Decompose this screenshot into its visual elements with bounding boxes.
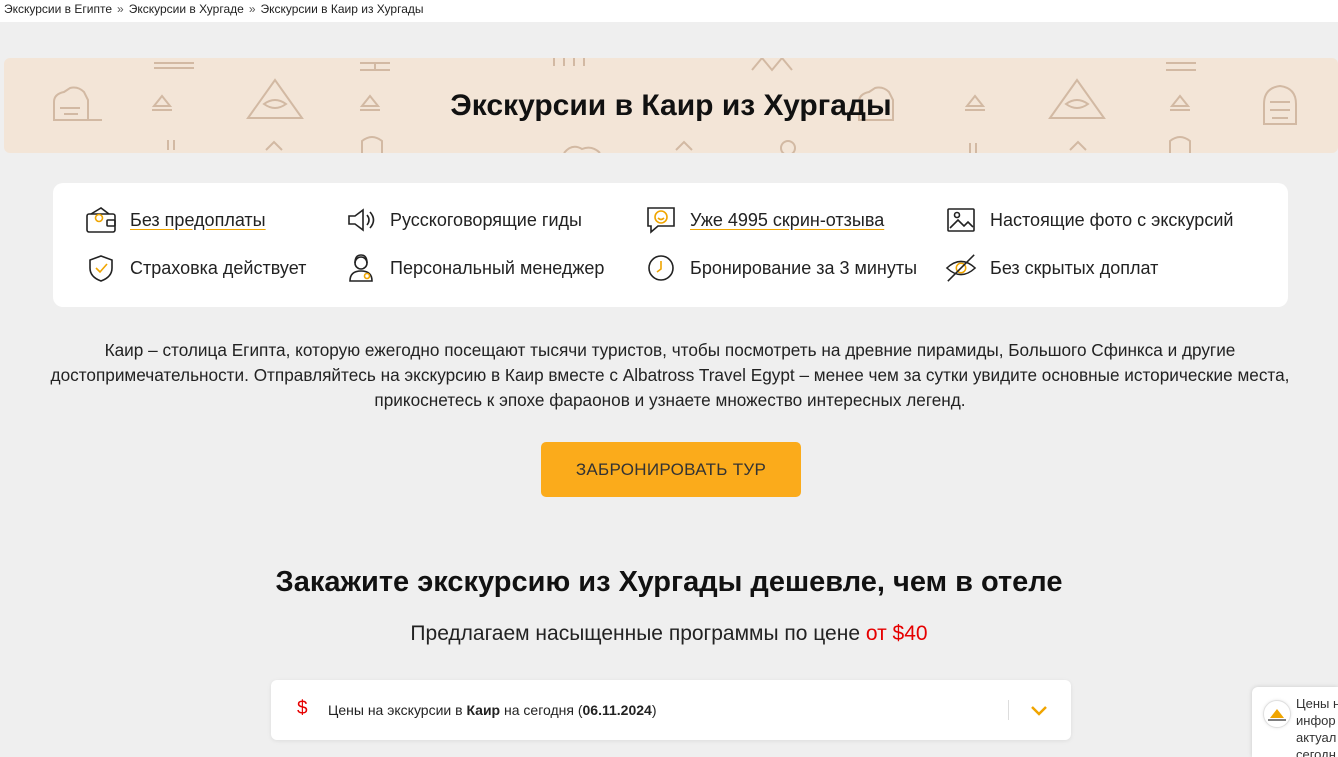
- feature-label: Без скрытых доплат: [990, 257, 1159, 278]
- price-text-city: Каир: [466, 702, 501, 718]
- sun-disc-icon: [780, 140, 796, 153]
- page-title: Экскурсии в Каир из Хургады: [450, 89, 892, 122]
- feature-insurance: Страховка действует: [85, 253, 306, 283]
- price-text-part: ): [651, 702, 657, 718]
- column-fragment-icon: [553, 58, 585, 66]
- chevron-down-icon[interactable]: [1027, 700, 1051, 720]
- feature-label: Без предоплаты: [130, 209, 266, 230]
- breadcrumb-link-egypt[interactable]: Экскурсии в Египте: [4, 2, 112, 16]
- pattern-line-icon: [167, 140, 175, 150]
- pattern-line-icon: [154, 62, 194, 69]
- dollar-icon: $: [297, 698, 308, 719]
- breadcrumb-link-hurghada[interactable]: Экскурсии в Хургаде: [129, 2, 244, 16]
- price-text-part: Цены на экскурсии в: [328, 702, 463, 718]
- price-accordion[interactable]: $ Цены на экскурсии в Каир на сегодня (0…: [271, 680, 1071, 740]
- offer-subtitle-text: Предлагаем насыщенные программы по цене: [410, 622, 861, 645]
- accordion-divider: [1008, 700, 1009, 720]
- price-notice-popup[interactable]: Цены н инфор актуал сегодн: [1252, 687, 1338, 757]
- price-accordion-label: Цены на экскурсии в Каир на сегодня (06.…: [328, 702, 656, 718]
- small-pyramid-icon: [265, 140, 283, 151]
- notice-line: сегодн: [1296, 747, 1336, 757]
- arch-icon: [361, 136, 383, 153]
- breadcrumb: Экскурсии в Египте » Экскурсии в Хургаде » Э…: [4, 2, 424, 16]
- intro-description: Каир – столица Египта, которую ежегодно …: [50, 340, 1290, 410]
- feature-label: Настоящие фото с экскурсий: [990, 209, 1234, 230]
- feature-label: Бронирование за 3 минуты: [690, 257, 918, 278]
- manager-icon: [345, 253, 377, 283]
- book-tour-button[interactable]: ЗАБРОНИРОВАТЬ ТУР: [541, 442, 801, 497]
- features-panel: Без предоплаты Русскоговорящие гиды Уже …: [53, 183, 1288, 307]
- speaker-icon: [345, 205, 377, 235]
- feature-real-photos: Настоящие фото с экскурсий: [945, 205, 1233, 235]
- offer-price: от $40: [865, 622, 928, 645]
- camel-fragment-icon: [563, 145, 601, 153]
- pattern-zigzag-icon: [751, 58, 793, 72]
- wallet-icon: [85, 205, 117, 235]
- pillar-fragment-icon: [360, 62, 390, 71]
- feature-label: Страховка действует: [130, 257, 307, 278]
- clock-icon: [645, 253, 677, 283]
- pillar-fragment-icon: [1166, 62, 1196, 71]
- price-text-date: 06.11.2024: [582, 702, 652, 718]
- offer-title: Закажите экскурсию из Хургады дешевле, ч…: [275, 566, 1063, 598]
- feature-booking-3min: Бронирование за 3 минуты: [645, 253, 917, 283]
- pattern-line-icon: [969, 143, 977, 153]
- notice-line: Цены н: [1296, 696, 1338, 711]
- notice-line: актуал: [1296, 730, 1337, 745]
- feature-label: Русскоговорящие гиды: [390, 209, 582, 230]
- feature-personal-manager: Персональный менеджер: [345, 253, 604, 283]
- feature-screen-reviews[interactable]: Уже 4995 скрин-отзыва: [645, 205, 884, 235]
- feature-no-prepayment[interactable]: Без предоплаты: [85, 205, 266, 235]
- feature-no-hidden-fees: Без скрытых доплат: [945, 253, 1158, 283]
- small-pyramid-icon: [675, 140, 693, 151]
- eye-crossed-icon: [945, 253, 977, 283]
- feature-russian-guides: Русскоговорящие гиды: [345, 205, 582, 235]
- company-logo: [1263, 700, 1291, 728]
- breadcrumb-separator: »: [117, 2, 124, 16]
- breadcrumb-separator: »: [248, 2, 256, 16]
- feature-label: Уже 4995 скрин-отзыва: [690, 209, 885, 230]
- offer-subtitle: Предлагаем насыщенные программы по цене …: [0, 622, 1338, 646]
- notice-text: Цены н инфор актуал сегодн: [1296, 695, 1338, 757]
- shield-check-icon: [85, 253, 117, 283]
- price-text-part: на сегодня (: [504, 702, 583, 718]
- arch-icon: [1169, 136, 1191, 153]
- small-pyramid-icon: [1069, 140, 1087, 151]
- breadcrumb-current: Экскурсии в Каир из Хургады: [260, 2, 424, 16]
- photo-icon: [945, 205, 977, 235]
- notice-line: инфор: [1296, 713, 1336, 728]
- hero-banner: Экскурсии в Каир из Хургады: [4, 58, 1338, 153]
- feature-label: Персональный менеджер: [390, 257, 605, 278]
- review-chat-icon: [645, 205, 677, 235]
- top-bar: Экскурсии в Египте » Экскурсии в Хургаде » Э…: [0, 0, 1338, 22]
